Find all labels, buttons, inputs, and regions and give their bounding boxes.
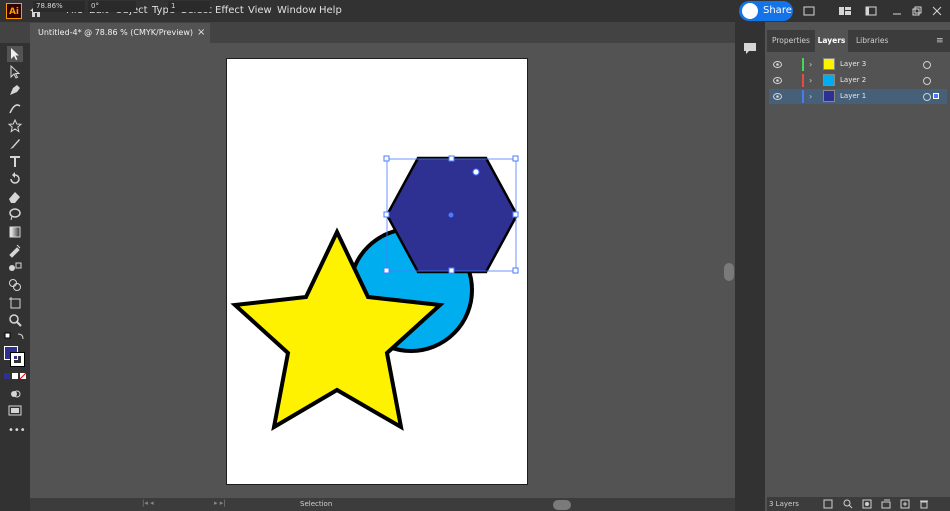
expand-chevron-icon[interactable]: › — [809, 89, 812, 104]
minimize-icon[interactable] — [890, 4, 904, 18]
expand-chevron-icon[interactable]: › — [809, 73, 812, 88]
current-tool-status[interactable]: Selection — [300, 500, 332, 508]
selection-handle — [448, 155, 455, 162]
layer-name[interactable]: Layer 2 — [840, 73, 866, 88]
panel-menu-icon[interactable]: ≡ — [936, 36, 944, 46]
delete-layer-icon[interactable] — [919, 499, 929, 509]
zoom-level-field[interactable]: 78.86% — [33, 1, 85, 12]
corner-widget[interactable] — [472, 168, 480, 176]
new-layer-icon[interactable] — [900, 499, 910, 509]
collapsed-panel-strip — [735, 22, 765, 511]
rotation-field[interactable]: 0° — [88, 1, 136, 12]
layer-target-icon[interactable] — [923, 93, 931, 101]
share-button[interactable]: Share — [739, 1, 793, 21]
visibility-eye-icon[interactable] — [773, 77, 782, 84]
vertical-scroll-thumb[interactable] — [724, 263, 734, 281]
layer-color-bar — [802, 74, 804, 87]
workspace-icon[interactable] — [864, 4, 878, 18]
layer-target-icon[interactable] — [923, 77, 931, 85]
visibility-eye-icon[interactable] — [773, 93, 782, 100]
share-label: Share — [763, 5, 792, 16]
comments-icon[interactable] — [742, 40, 758, 56]
layer-thumbnail — [823, 90, 835, 102]
status-bar — [30, 498, 735, 511]
selection-handle — [512, 267, 519, 274]
center-point — [448, 212, 454, 218]
selection-handle — [512, 155, 519, 162]
artboard-number-field[interactable]: 1 — [168, 1, 210, 12]
layer-target-icon[interactable] — [923, 61, 931, 69]
selection-handle — [448, 267, 455, 274]
close-window-icon[interactable] — [930, 4, 944, 18]
user-avatar-icon — [742, 3, 758, 19]
clipping-mask-icon[interactable] — [862, 499, 872, 509]
arrange-documents-icon[interactable] — [838, 4, 852, 18]
selection-handle — [383, 267, 390, 274]
artboard-nav-next-icon[interactable]: ▸ ▸| — [214, 499, 226, 507]
selected-art-indicator[interactable] — [933, 93, 939, 99]
horizontal-scroll-thumb[interactable] — [553, 500, 571, 510]
restore-icon[interactable] — [910, 4, 924, 18]
layer-name[interactable]: Layer 3 — [840, 57, 866, 72]
layer-thumbnail — [823, 58, 835, 70]
layer-count: 3 Layers — [769, 500, 799, 508]
tab-layers[interactable]: Layers — [815, 30, 848, 52]
artwork-layer — [230, 155, 519, 431]
artboard-nav-prev-icon[interactable]: |◂ ◂ — [142, 499, 154, 507]
collect-export-icon[interactable] — [823, 499, 833, 509]
tab-properties[interactable]: Properties — [772, 30, 810, 52]
tab-libraries[interactable]: Libraries — [856, 30, 888, 52]
layer-name[interactable]: Layer 1 — [840, 89, 866, 104]
layer-thumbnail — [823, 74, 835, 86]
layer-row[interactable]: › Layer 3 — [769, 57, 947, 72]
layer-row[interactable]: › Layer 2 — [769, 73, 947, 88]
locate-object-icon[interactable] — [843, 499, 853, 509]
layer-color-bar — [802, 58, 804, 71]
layer-color-bar — [802, 90, 804, 103]
selection-handle — [383, 155, 390, 162]
search-icon[interactable] — [802, 4, 816, 18]
visibility-eye-icon[interactable] — [773, 61, 782, 68]
layer-row[interactable]: › Layer 1 — [769, 89, 947, 104]
new-sublayer-icon[interactable] — [881, 499, 891, 509]
selection-handle — [383, 211, 390, 218]
selection-handle — [512, 211, 519, 218]
expand-chevron-icon[interactable]: › — [809, 57, 812, 72]
